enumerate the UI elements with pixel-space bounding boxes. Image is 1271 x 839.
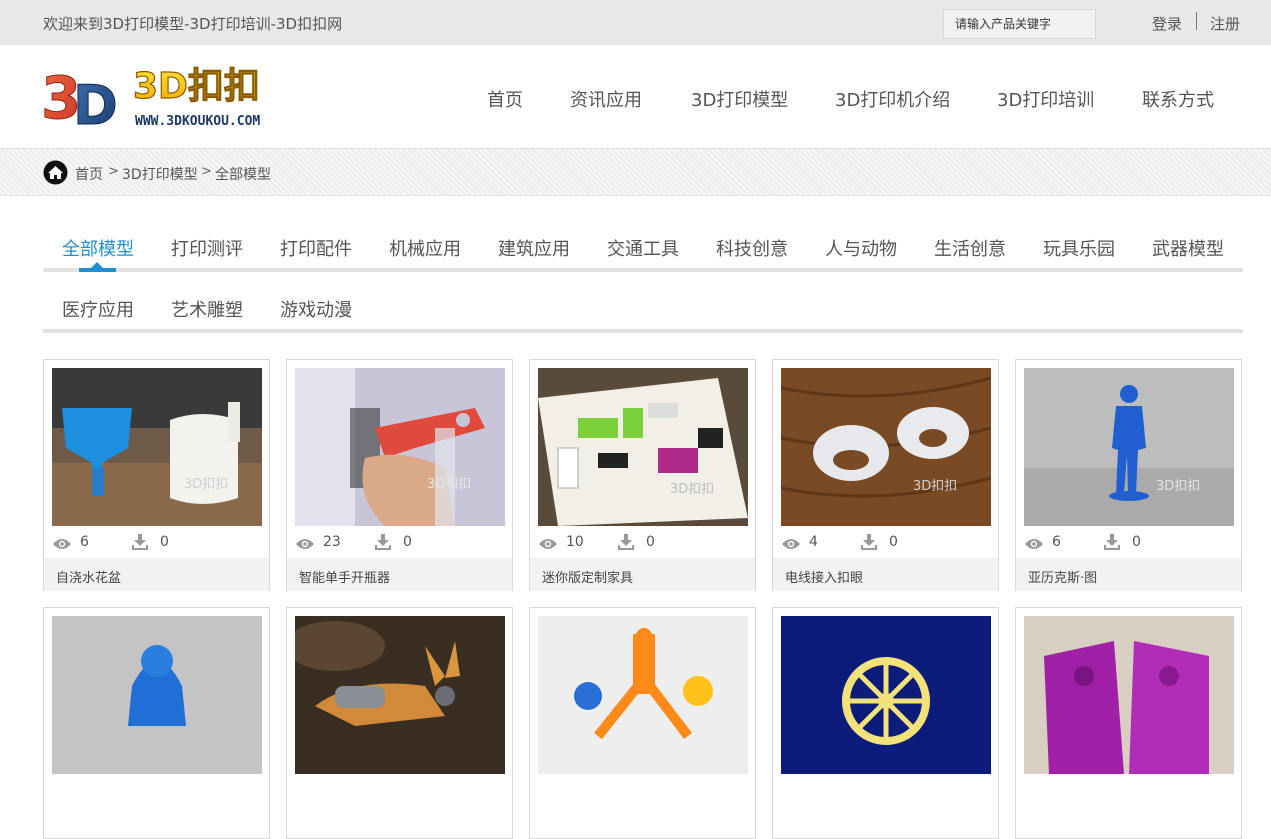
category-print-parts[interactable]: 打印配件 <box>280 235 352 261</box>
breadcrumb-home[interactable]: 首页 <box>75 164 103 184</box>
category-tech[interactable]: 科技创意 <box>716 235 788 261</box>
eye-icon <box>538 536 558 550</box>
top-bar: 欢迎来到3D打印模型-3D打印培训-3D扣扣网 登录 注册 <box>0 0 1271 45</box>
category-weapons[interactable]: 武器模型 <box>1152 235 1224 261</box>
product-card[interactable]: 3D扣扣 6 0 亚历克斯·图 <box>1015 359 1242 591</box>
product-image[interactable]: 3D扣扣 <box>52 368 262 526</box>
category-art[interactable]: 艺术雕塑 <box>171 296 243 322</box>
product-card[interactable]: 3D扣扣 6 0 自浇水花盆 <box>43 359 270 591</box>
category-divider <box>43 329 1243 333</box>
view-count: 6 <box>1052 534 1061 550</box>
product-title-bar: 智能单手开瓶器 <box>287 558 512 591</box>
download-count: 0 <box>889 534 898 550</box>
product-card[interactable] <box>772 607 999 839</box>
product-title[interactable]: 电线接入扣眼 <box>785 567 863 586</box>
download-icon <box>132 534 148 550</box>
category-mechanical[interactable]: 机械应用 <box>389 235 461 261</box>
product-image[interactable] <box>52 616 262 774</box>
product-card[interactable]: 3D扣扣 4 0 电线接入扣眼 <box>772 359 999 591</box>
category-games[interactable]: 游戏动漫 <box>280 296 352 322</box>
product-watermark: 3D扣扣 <box>670 482 714 497</box>
download-icon <box>618 534 634 550</box>
eye-icon <box>781 536 801 550</box>
product-image[interactable] <box>781 616 991 774</box>
category-divider <box>43 268 1243 272</box>
product-image[interactable] <box>295 616 505 774</box>
search-input[interactable] <box>943 9 1096 39</box>
nav-news[interactable]: 资讯应用 <box>570 86 642 112</box>
breadcrumb-models[interactable]: 3D打印模型 <box>122 164 198 184</box>
product-watermark: 3D扣扣 <box>427 477 471 492</box>
category-toys[interactable]: 玩具乐园 <box>1043 235 1115 261</box>
site-logo[interactable]: 3 D 3D扣扣 WWW.3DKOUKOU.COM <box>41 62 293 138</box>
view-count: 6 <box>80 534 89 550</box>
home-icon[interactable] <box>43 160 68 185</box>
view-count: 10 <box>566 534 584 550</box>
logo-url: WWW.3DKOUKOU.COM <box>135 114 260 129</box>
login-link[interactable]: 登录 <box>1152 13 1182 34</box>
product-title-bar: 亚历克斯·图 <box>1016 558 1241 591</box>
product-title[interactable]: 亚历克斯·图 <box>1028 567 1097 586</box>
eye-icon <box>295 536 315 550</box>
view-count: 23 <box>323 534 341 550</box>
product-title[interactable]: 迷你版定制家具 <box>542 567 633 586</box>
breadcrumb-current: 全部模型 <box>215 167 271 183</box>
download-icon <box>861 534 877 550</box>
category-medical[interactable]: 医疗应用 <box>62 296 134 322</box>
view-count: 4 <box>809 534 818 550</box>
product-card[interactable] <box>43 607 270 839</box>
nav-printers[interactable]: 3D打印机介绍 <box>835 86 950 112</box>
svg-text:D: D <box>73 74 118 132</box>
category-print-review[interactable]: 打印测评 <box>171 235 243 261</box>
product-image[interactable] <box>538 616 748 774</box>
product-image[interactable]: 3D扣扣 <box>295 368 505 526</box>
download-count: 0 <box>403 534 412 550</box>
product-title[interactable]: 智能单手开瓶器 <box>299 567 390 586</box>
category-life[interactable]: 生活创意 <box>934 235 1006 261</box>
product-watermark: 3D扣扣 <box>184 477 228 492</box>
eye-icon <box>52 536 72 550</box>
download-icon <box>375 534 391 550</box>
auth-divider <box>1196 12 1197 30</box>
nav-models[interactable]: 3D打印模型 <box>691 86 788 112</box>
breadcrumb-separator: > <box>201 164 212 179</box>
product-title-bar: 自浇水花盆 <box>44 558 269 591</box>
product-title-bar: 迷你版定制家具 <box>530 558 755 591</box>
product-card[interactable]: 3D扣扣 23 0 智能单手开瓶器 <box>286 359 513 591</box>
download-icon <box>1104 534 1120 550</box>
product-title-bar: 电线接入扣眼 <box>773 558 998 591</box>
category-all[interactable]: 全部模型 <box>62 235 134 261</box>
logo-name: 3D扣扣 <box>133 66 260 107</box>
breadcrumb: 首页 > 3D打印模型 > 全部模型 <box>0 148 1271 196</box>
product-watermark: 3D扣扣 <box>913 479 957 494</box>
product-card[interactable] <box>286 607 513 839</box>
product-image[interactable]: 3D扣扣 <box>1024 368 1234 526</box>
product-card[interactable] <box>529 607 756 839</box>
site-header: 3 D 3D扣扣 WWW.3DKOUKOU.COM 首页 资讯应用 3D打印模型… <box>0 45 1271 148</box>
product-image[interactable] <box>1024 616 1234 774</box>
product-image[interactable]: 3D扣扣 <box>781 368 991 526</box>
product-title[interactable]: 自浇水花盆 <box>56 567 121 586</box>
welcome-text: 欢迎来到3D打印模型-3D打印培训-3D扣扣网 <box>43 15 343 33</box>
nav-home[interactable]: 首页 <box>487 86 523 112</box>
category-architecture[interactable]: 建筑应用 <box>498 235 570 261</box>
product-card[interactable]: 3D扣扣 10 0 迷你版定制家具 <box>529 359 756 591</box>
download-count: 0 <box>1132 534 1141 550</box>
breadcrumb-separator: > <box>108 164 119 179</box>
nav-training[interactable]: 3D打印培训 <box>997 86 1094 112</box>
product-image[interactable]: 3D扣扣 <box>538 368 748 526</box>
register-link[interactable]: 注册 <box>1210 13 1240 34</box>
download-count: 0 <box>646 534 655 550</box>
category-vehicles[interactable]: 交通工具 <box>607 235 679 261</box>
download-count: 0 <box>160 534 169 550</box>
product-card[interactable] <box>1015 607 1242 839</box>
active-category-underline <box>79 268 116 272</box>
category-people-animals[interactable]: 人与动物 <box>825 235 897 261</box>
product-watermark: 3D扣扣 <box>1156 479 1200 494</box>
nav-contact[interactable]: 联系方式 <box>1142 86 1214 112</box>
eye-icon <box>1024 536 1044 550</box>
